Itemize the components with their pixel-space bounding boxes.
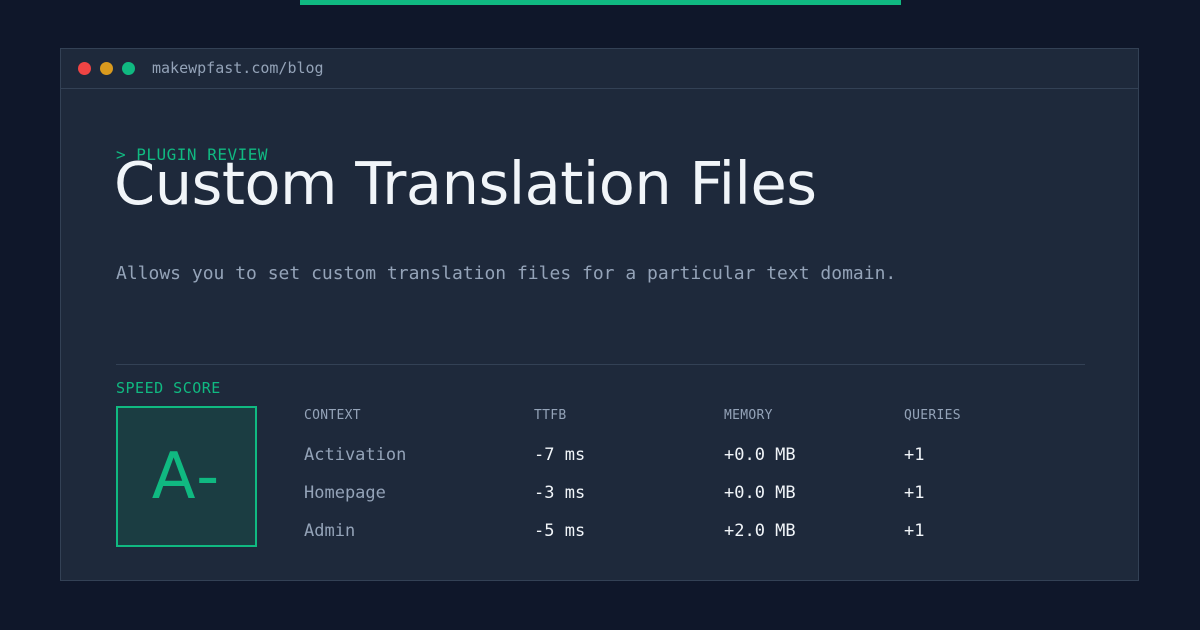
table-cell-context: Activation (304, 445, 407, 465)
column-header-context: CONTEXT (304, 408, 361, 423)
table-cell-ttfb: -7 ms (534, 445, 586, 465)
plugin-description: Allows you to set custom translation fil… (116, 263, 897, 284)
table-cell-context: Admin (304, 521, 356, 541)
speed-score-label: SPEED SCORE (116, 379, 221, 397)
table-cell-ttfb: -3 ms (534, 483, 586, 503)
table-cell-memory: +0.0 MB (724, 445, 796, 465)
table-cell-context: Homepage (304, 483, 386, 503)
grade-value: A- (151, 439, 222, 514)
column-header-memory: MEMORY (724, 408, 773, 423)
page-title: Custom Translation Files (114, 149, 817, 218)
browser-window: makewpfast.com/blog > PLUGIN REVIEW Cust… (60, 48, 1139, 581)
table-cell-queries: +1 (904, 521, 925, 541)
table-cell-queries: +1 (904, 445, 925, 465)
table-cell-queries: +1 (904, 483, 925, 503)
table-cell-ttfb: -5 ms (534, 521, 586, 541)
table-cell-memory: +0.0 MB (724, 483, 796, 503)
minimize-dot-icon[interactable] (100, 62, 113, 75)
table-cell-memory: +2.0 MB (724, 521, 796, 541)
section-divider (116, 364, 1085, 365)
maximize-dot-icon[interactable] (122, 62, 135, 75)
grade-badge: A- (116, 406, 257, 547)
top-accent-bar (300, 0, 901, 5)
close-dot-icon[interactable] (78, 62, 91, 75)
column-header-ttfb: TTFB (534, 408, 567, 423)
url-text: makewpfast.com/blog (152, 59, 324, 77)
window-titlebar: makewpfast.com/blog (61, 49, 1138, 89)
column-header-queries: QUERIES (904, 408, 961, 423)
